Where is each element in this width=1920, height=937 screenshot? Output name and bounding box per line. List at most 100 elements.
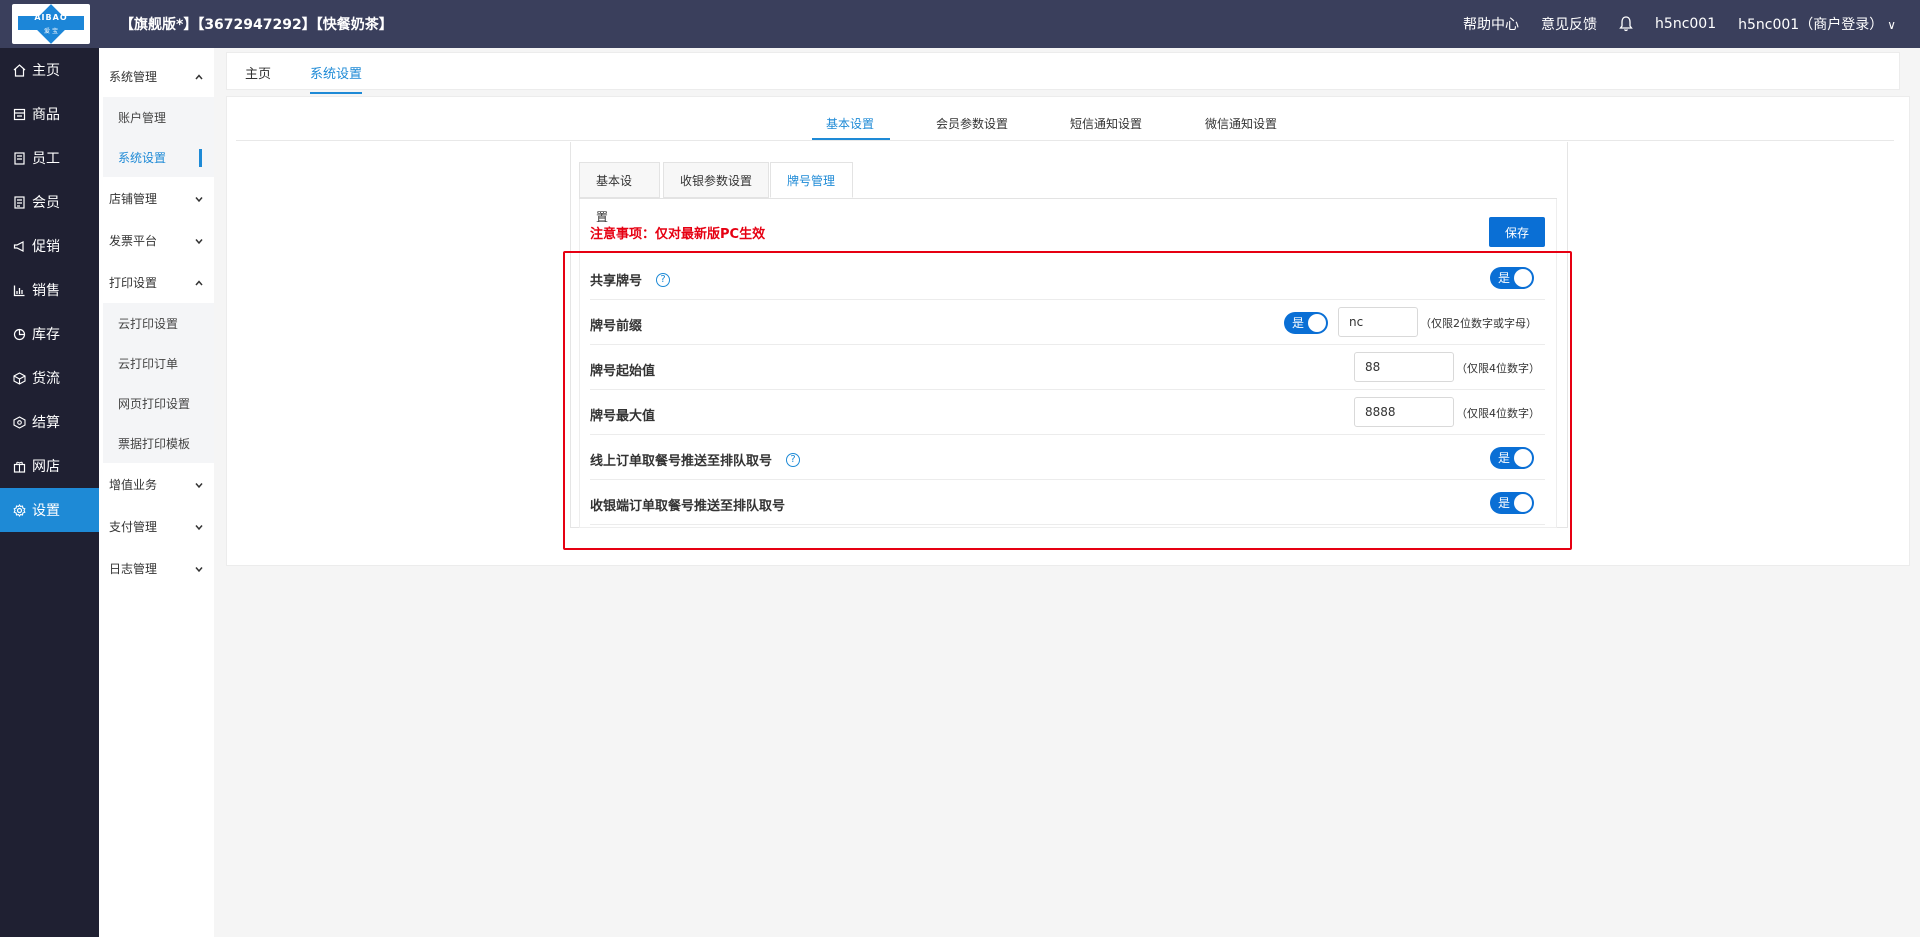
subnav-item-receipt-template[interactable]: 票据打印模板 [103,423,214,463]
nav-label: 销售 [32,283,60,299]
row-start-value: 牌号起始值 （仅限4位数字） [590,345,1545,390]
subnav-item-label: 票据打印模板 [118,436,191,451]
nav-logistics[interactable]: 货流 [0,356,99,400]
nav-member[interactable]: 会员 [0,180,99,224]
tab-member-params[interactable]: 会员参数设置 [936,115,1008,132]
subnav-item-account[interactable]: 账户管理 [103,97,214,137]
prefix-hint: （仅限2位数字或字母） [1420,317,1537,330]
nav-shop[interactable]: 网店 [0,444,99,488]
prefix-input[interactable] [1338,307,1418,337]
gear-icon [12,503,26,517]
subnav-group-label: 发票平台 [109,233,158,248]
nav-label: 货流 [32,371,60,387]
online-push-toggle[interactable]: 是 [1490,447,1534,469]
nav-label: 商品 [32,107,60,123]
subnav-item-cloud-print-settings[interactable]: 云打印设置 [103,303,214,343]
subnav-group-invoice[interactable]: 发票平台 [99,219,214,261]
row-online-push: 线上订单取餐号推送至排队取号? 是 [590,435,1545,480]
nav-label: 设置 [32,503,60,519]
tab-wechat-notify[interactable]: 微信通知设置 [1205,115,1277,132]
user-login-label: h5nc001（商户登录） [1738,17,1884,33]
main-nav: 主页 商品 员工 会员 促销 销售 库存 货流 结算 网店 设置 [0,48,99,937]
nav-promo[interactable]: 促销 [0,224,99,268]
tab-inner-cashier-params[interactable]: 收银参数设置 [663,162,769,198]
nav-goods[interactable]: 商品 [0,92,99,136]
feedback-link[interactable]: 意见反馈 [1541,14,1597,34]
row-label: 线上订单取餐号推送至排队取号 [590,454,773,469]
nav-label: 员工 [32,151,60,167]
row-label: 牌号前缀 [590,319,643,334]
tab-system-settings[interactable]: 系统设置 [310,63,363,94]
top-bar: AIBAO 爱 宝 【旗舰版*】【3672947292】【快餐奶茶】 帮助中心 … [0,0,1920,48]
help-center-link[interactable]: 帮助中心 [1463,14,1519,34]
tab-home[interactable]: 主页 [245,63,271,82]
prefix-toggle[interactable]: 是 [1284,312,1328,334]
home-icon [12,63,26,77]
max-value-input[interactable] [1354,397,1454,427]
save-button[interactable]: 保存 [1489,217,1545,247]
nav-sales[interactable]: 销售 [0,268,99,312]
user-menu[interactable]: h5nc001（商户登录） ∨ [1738,14,1896,34]
chevron-down-icon [194,193,204,203]
promo-icon [12,239,26,253]
nav-stock[interactable]: 库存 [0,312,99,356]
logo-sub: 爱 宝 [44,28,58,35]
subnav-group-label: 增值业务 [109,477,158,492]
subnav-item-cloud-print-orders[interactable]: 云打印订单 [103,343,214,383]
row-label: 牌号最大值 [590,409,656,424]
nav-staff[interactable]: 员工 [0,136,99,180]
logo[interactable]: AIBAO 爱 宝 [12,4,90,44]
nav-label: 库存 [32,327,60,343]
chevron-down-icon [194,479,204,489]
subnav-group-label: 打印设置 [109,275,158,290]
notice-text: 注意事项：仅对最新版PC生效 [590,227,766,242]
nav-label: 会员 [32,195,60,211]
nav-settings[interactable]: 设置 [0,488,99,532]
subnav-item-web-print-settings[interactable]: 网页打印设置 [103,383,214,423]
goods-icon [12,107,26,121]
page-tabs: 主页 系统设置 [226,52,1900,94]
subnav-group-payment[interactable]: 支付管理 [99,505,214,547]
tab-sms-notify[interactable]: 短信通知设置 [1070,115,1142,132]
chevron-down-icon [194,235,204,245]
subnav-item-label: 系统设置 [118,150,167,165]
bell-icon[interactable] [1619,16,1633,32]
max-value-hint: （仅限4位数字） [1456,407,1540,420]
logistics-icon [12,371,26,385]
cashier-push-toggle[interactable]: 是 [1490,492,1534,514]
member-icon [12,195,26,209]
subnav-group-store[interactable]: 店铺管理 [99,177,214,219]
chevron-up-icon [194,71,204,81]
subnav-group-label: 支付管理 [109,519,158,534]
nav-home[interactable]: 主页 [0,48,99,92]
subnav-group-value-added[interactable]: 增值业务 [99,463,214,505]
store-title: 【旗舰版*】【3672947292】【快餐奶茶】 [120,17,393,33]
row-label: 收银端订单取餐号推送至排队取号 [590,499,786,514]
subnav-group-log[interactable]: 日志管理 [99,547,214,589]
tab-inner-basic[interactable]: 基本设置 [579,162,660,224]
tab-inner-number-mgmt[interactable]: 牌号管理 [770,162,853,198]
tab-basic-settings[interactable]: 基本设置 [826,115,874,132]
subnav-group-system[interactable]: 系统管理 [99,55,214,97]
subnav-group-print[interactable]: 打印设置 [99,261,214,303]
user-id[interactable]: h5nc001 [1655,16,1716,32]
help-icon[interactable]: ? [656,272,671,287]
share-number-toggle[interactable]: 是 [1490,267,1534,289]
subnav-item-system-settings[interactable]: 系统设置 [103,137,214,177]
nav-label: 结算 [32,415,60,431]
start-value-input[interactable] [1354,352,1454,382]
row-label: 牌号起始值 [590,364,656,379]
nav-label: 网店 [32,459,60,475]
nav-settle[interactable]: 结算 [0,400,99,444]
shop-icon [12,459,26,473]
divider [236,140,1894,141]
stock-icon [12,327,26,341]
toggle-label: 是 [1498,271,1511,285]
logo-text: AIBAO [34,13,68,22]
subnav-item-label: 账户管理 [118,110,167,125]
toggle-label: 是 [1498,496,1511,510]
toggle-label: 是 [1498,451,1511,465]
sales-icon [12,283,26,297]
help-icon[interactable]: ? [786,452,801,467]
nav-label: 促销 [32,239,60,255]
